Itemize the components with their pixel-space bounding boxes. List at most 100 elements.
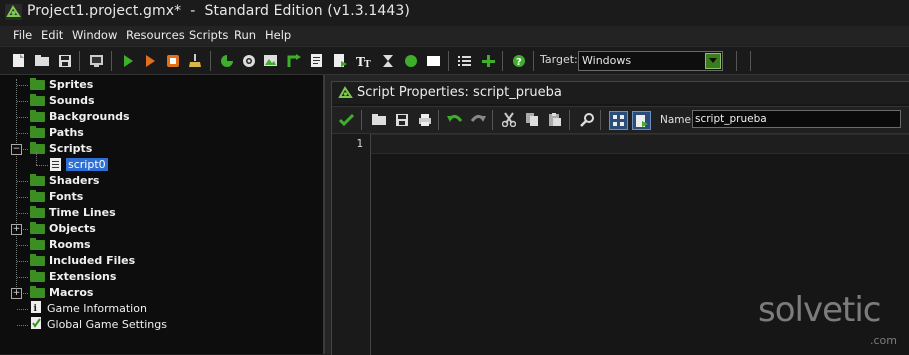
create-timeline-icon[interactable] bbox=[379, 52, 396, 69]
list-icon[interactable] bbox=[456, 52, 473, 69]
expand-icon[interactable]: + bbox=[11, 224, 22, 235]
folder-icon bbox=[30, 125, 45, 138]
create-executable-icon[interactable] bbox=[88, 52, 105, 69]
title-bar: Project1.project.gmx* - Standard Edition… bbox=[0, 0, 909, 26]
tree-item-extensions[interactable]: Extensions bbox=[30, 269, 116, 284]
run-game-icon[interactable] bbox=[119, 52, 136, 69]
tree-item-backgrounds[interactable]: Backgrounds bbox=[30, 109, 130, 124]
tree-item-game-information[interactable]: i Game Information bbox=[30, 301, 147, 316]
menu-edit[interactable]: Edit bbox=[41, 28, 63, 42]
create-shader-icon[interactable] bbox=[331, 52, 348, 69]
new-file-icon[interactable] bbox=[10, 52, 27, 69]
menu-help[interactable]: Help bbox=[265, 28, 291, 42]
resource-tree: Sprites Sounds Backgrounds Paths − Scripts scr… bbox=[0, 75, 325, 354]
script-name-field[interactable] bbox=[692, 110, 901, 128]
undo-icon[interactable] bbox=[446, 111, 463, 128]
tree-item-sprites[interactable]: Sprites bbox=[30, 77, 93, 92]
script-toolbar: Name: bbox=[332, 106, 909, 134]
target-label: Target: bbox=[540, 53, 578, 66]
tree-connector bbox=[17, 181, 28, 182]
paste-icon[interactable] bbox=[546, 111, 563, 128]
folder-icon bbox=[30, 189, 45, 202]
create-room-icon[interactable] bbox=[425, 52, 442, 69]
folder-icon bbox=[30, 93, 45, 106]
menu-window[interactable]: Window bbox=[72, 28, 117, 42]
tree-connector bbox=[36, 151, 37, 165]
cut-icon[interactable] bbox=[500, 111, 517, 128]
gamemaker-logo-icon bbox=[5, 4, 22, 20]
tree-item-paths[interactable]: Paths bbox=[30, 125, 84, 140]
folder-icon bbox=[30, 285, 45, 298]
tree-item-label: Macros bbox=[49, 286, 94, 299]
save-icon[interactable] bbox=[56, 52, 73, 69]
tree-connector bbox=[17, 85, 28, 86]
folder-icon bbox=[30, 77, 45, 90]
tree-connector bbox=[17, 213, 28, 214]
tree-item-label: script0 bbox=[66, 158, 108, 171]
tree-connector bbox=[17, 277, 28, 278]
create-sound-icon[interactable] bbox=[240, 52, 257, 69]
tree-item-label: Fonts bbox=[49, 190, 84, 203]
tree-item-script0[interactable]: script0 bbox=[50, 157, 108, 172]
tree-item-label: Scripts bbox=[49, 142, 93, 155]
tree-item-label: Time Lines bbox=[49, 206, 116, 219]
tree-connector bbox=[17, 261, 28, 262]
svg-text:i: i bbox=[34, 304, 38, 314]
create-font-icon[interactable]: TT bbox=[355, 52, 372, 69]
tree-item-label: Extensions bbox=[49, 270, 117, 283]
tree-item-label: Shaders bbox=[49, 174, 100, 187]
checkmark-icon[interactable] bbox=[338, 111, 355, 128]
open-folder-icon[interactable] bbox=[370, 111, 387, 128]
settings-check-icon bbox=[30, 316, 42, 333]
code-snippet-icon[interactable] bbox=[632, 111, 651, 130]
save-icon[interactable] bbox=[393, 111, 410, 128]
tree-item-global-game-settings[interactable]: Global Game Settings bbox=[30, 317, 167, 332]
folder-icon bbox=[30, 109, 45, 122]
menu-file[interactable]: File bbox=[13, 28, 32, 42]
help-icon[interactable]: ? bbox=[510, 52, 527, 69]
tree-item-scripts[interactable]: Scripts bbox=[30, 141, 92, 156]
tree-item-macros[interactable]: Macros bbox=[30, 285, 93, 300]
menu-bar: File Edit Window Resources Scripts Run H… bbox=[0, 26, 909, 45]
script-window-titlebar[interactable]: Script Properties: script_prueba bbox=[332, 82, 909, 104]
tree-item-objects[interactable]: Objects bbox=[30, 221, 96, 236]
line-number: 1 bbox=[356, 137, 363, 150]
watermark-domain: .com bbox=[870, 334, 897, 347]
tree-item-sounds[interactable]: Sounds bbox=[30, 93, 95, 108]
menu-run[interactable]: Run bbox=[234, 28, 256, 42]
tree-connector bbox=[17, 101, 28, 102]
debug-game-icon[interactable] bbox=[141, 52, 158, 69]
stop-icon[interactable] bbox=[164, 52, 181, 69]
folder-icon bbox=[30, 253, 45, 266]
tree-item-label: Sprites bbox=[49, 78, 94, 91]
chevron-down-icon[interactable] bbox=[705, 53, 721, 69]
tree-item-shaders[interactable]: Shaders bbox=[30, 173, 99, 188]
tree-item-included-files[interactable]: Included Files bbox=[30, 253, 135, 268]
folder-open-icon bbox=[30, 141, 45, 154]
print-icon[interactable] bbox=[416, 111, 433, 128]
svg-text:T: T bbox=[364, 60, 371, 68]
gamemaker-logo-icon bbox=[338, 86, 353, 98]
expand-icon[interactable]: + bbox=[11, 288, 22, 299]
menu-scripts[interactable]: Scripts bbox=[189, 28, 228, 42]
create-script-icon[interactable] bbox=[308, 52, 325, 69]
add-icon[interactable] bbox=[479, 52, 496, 69]
clean-brush-icon[interactable] bbox=[186, 52, 203, 69]
create-background-icon[interactable] bbox=[262, 52, 279, 69]
create-object-icon[interactable] bbox=[402, 52, 419, 69]
collapse-icon[interactable]: − bbox=[11, 144, 22, 155]
copy-icon[interactable] bbox=[523, 111, 540, 128]
open-folder-icon[interactable] bbox=[33, 52, 50, 69]
create-path-icon[interactable] bbox=[285, 52, 302, 69]
menu-resources[interactable]: Resources bbox=[126, 28, 185, 42]
tree-connector bbox=[17, 197, 28, 198]
tree-item-time-lines[interactable]: Time Lines bbox=[30, 205, 116, 220]
goto-line-icon[interactable] bbox=[609, 111, 628, 130]
target-value: Windows bbox=[582, 54, 632, 67]
create-sprite-icon[interactable] bbox=[218, 52, 235, 69]
redo-icon[interactable] bbox=[469, 111, 486, 128]
tree-item-fonts[interactable]: Fonts bbox=[30, 189, 83, 204]
target-dropdown[interactable]: Windows bbox=[578, 51, 723, 71]
search-icon[interactable] bbox=[578, 111, 595, 128]
tree-item-rooms[interactable]: Rooms bbox=[30, 237, 91, 252]
